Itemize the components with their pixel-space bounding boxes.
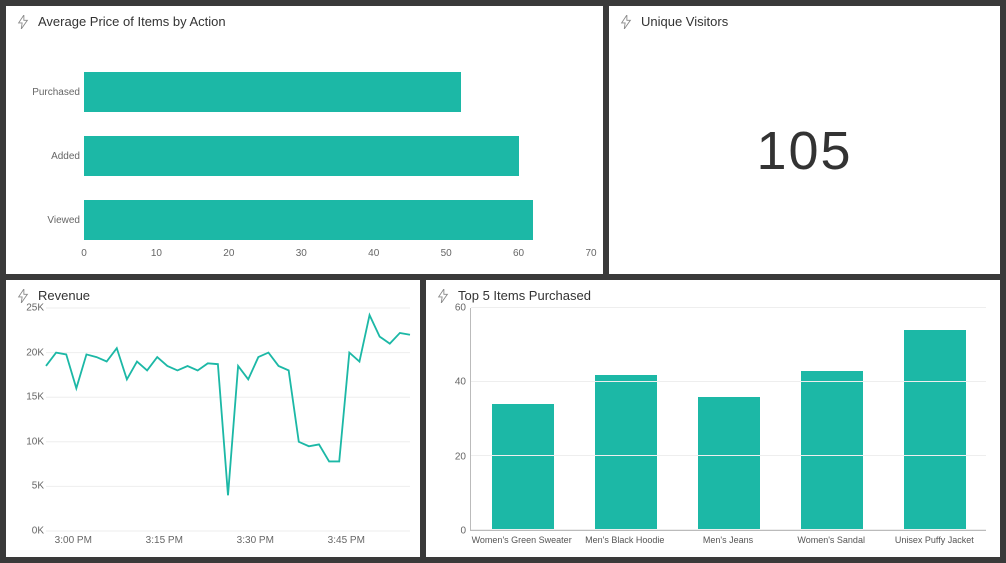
yaxis-tick: 20K	[26, 347, 44, 358]
vbar-bar	[904, 330, 966, 530]
tile-header: Revenue	[16, 288, 410, 303]
vbar-category-label: Women's Green Sweater	[472, 535, 572, 551]
xaxis-tick: 3:00 PM	[55, 535, 92, 546]
tile-header: Average Price of Items by Action	[16, 14, 593, 29]
top5-tile: Top 5 Items Purchased 0 20 40 60 Women's Gr…	[426, 280, 1000, 557]
line-chart	[46, 308, 410, 531]
vbar-bar	[698, 397, 760, 530]
hbar-category-label: Added	[24, 151, 80, 162]
vbar-bar	[492, 404, 554, 530]
vbar-yaxis: 0204060	[434, 308, 466, 531]
xaxis-tick: 3:30 PM	[237, 535, 274, 546]
xaxis-tick: 60	[513, 248, 524, 259]
xaxis-tick: 3:15 PM	[146, 535, 183, 546]
vbar-category-label: Women's Sandal	[781, 535, 881, 551]
hbar-category-label: Viewed	[24, 215, 80, 226]
vbar-category-label: Unisex Puffy Jacket	[884, 535, 984, 551]
yaxis-tick: 60	[455, 303, 466, 314]
vbar-xaxis: Women's Green SweaterMen's Black HoodieM…	[470, 535, 986, 551]
yaxis-tick: 0	[460, 526, 466, 537]
hbar-row: Added	[84, 136, 591, 176]
hbar-bar	[84, 136, 519, 176]
xaxis-tick: 30	[296, 248, 307, 259]
yaxis-tick: 15K	[26, 392, 44, 403]
xaxis-tick: 70	[585, 248, 596, 259]
tile-header: Unique Visitors	[619, 14, 990, 29]
hbar-bar	[84, 200, 533, 240]
yaxis-tick: 20	[455, 451, 466, 462]
line-yaxis: 0K5K10K15K20K25K	[10, 308, 44, 531]
yaxis-tick: 5K	[32, 481, 44, 492]
line-xaxis: 3:00 PM 3:15 PM 3:30 PM 3:45 PM	[46, 535, 410, 549]
xaxis-tick: 10	[151, 248, 162, 259]
vbar-category-label: Men's Jeans	[678, 535, 778, 551]
tile-title: Unique Visitors	[641, 14, 728, 29]
xaxis-tick: 0	[81, 248, 87, 259]
yaxis-tick: 25K	[26, 303, 44, 314]
xaxis-tick: 20	[223, 248, 234, 259]
vbar-chart	[470, 308, 986, 531]
hbar-bar	[84, 72, 461, 112]
hbar-chart: Purchased Added Viewed	[84, 66, 591, 246]
xaxis-tick: 3:45 PM	[328, 535, 365, 546]
tile-header: Top 5 Items Purchased	[436, 288, 990, 303]
kpi-value: 105	[756, 120, 852, 182]
vbar-category-label: Men's Black Hoodie	[575, 535, 675, 551]
vbar-bar	[595, 375, 657, 530]
lightning-icon	[16, 289, 30, 303]
hbar-row: Viewed	[84, 200, 591, 240]
kpi-body: 105	[619, 33, 990, 268]
lightning-icon	[436, 289, 450, 303]
hbar-category-label: Purchased	[24, 87, 80, 98]
tile-title: Average Price of Items by Action	[38, 14, 226, 29]
lightning-icon	[16, 15, 30, 29]
revenue-line	[46, 315, 410, 495]
yaxis-tick: 0K	[32, 526, 44, 537]
tile-title: Revenue	[38, 288, 90, 303]
avg-price-tile: Average Price of Items by Action Purchas…	[6, 6, 603, 274]
unique-visitors-tile: Unique Visitors 105	[609, 6, 1000, 274]
revenue-tile: Revenue 0K5K10K15K20K25K 3:00 PM3:15 PM3…	[6, 280, 420, 557]
hbar-row: Purchased	[84, 72, 591, 112]
yaxis-tick: 10K	[26, 436, 44, 447]
lightning-icon	[619, 15, 633, 29]
xaxis-tick: 50	[441, 248, 452, 259]
xaxis-tick: 40	[368, 248, 379, 259]
vbar-bar	[801, 371, 863, 530]
tile-title: Top 5 Items Purchased	[458, 288, 591, 303]
hbar-xaxis: 010203040506070	[84, 248, 591, 264]
yaxis-tick: 40	[455, 377, 466, 388]
